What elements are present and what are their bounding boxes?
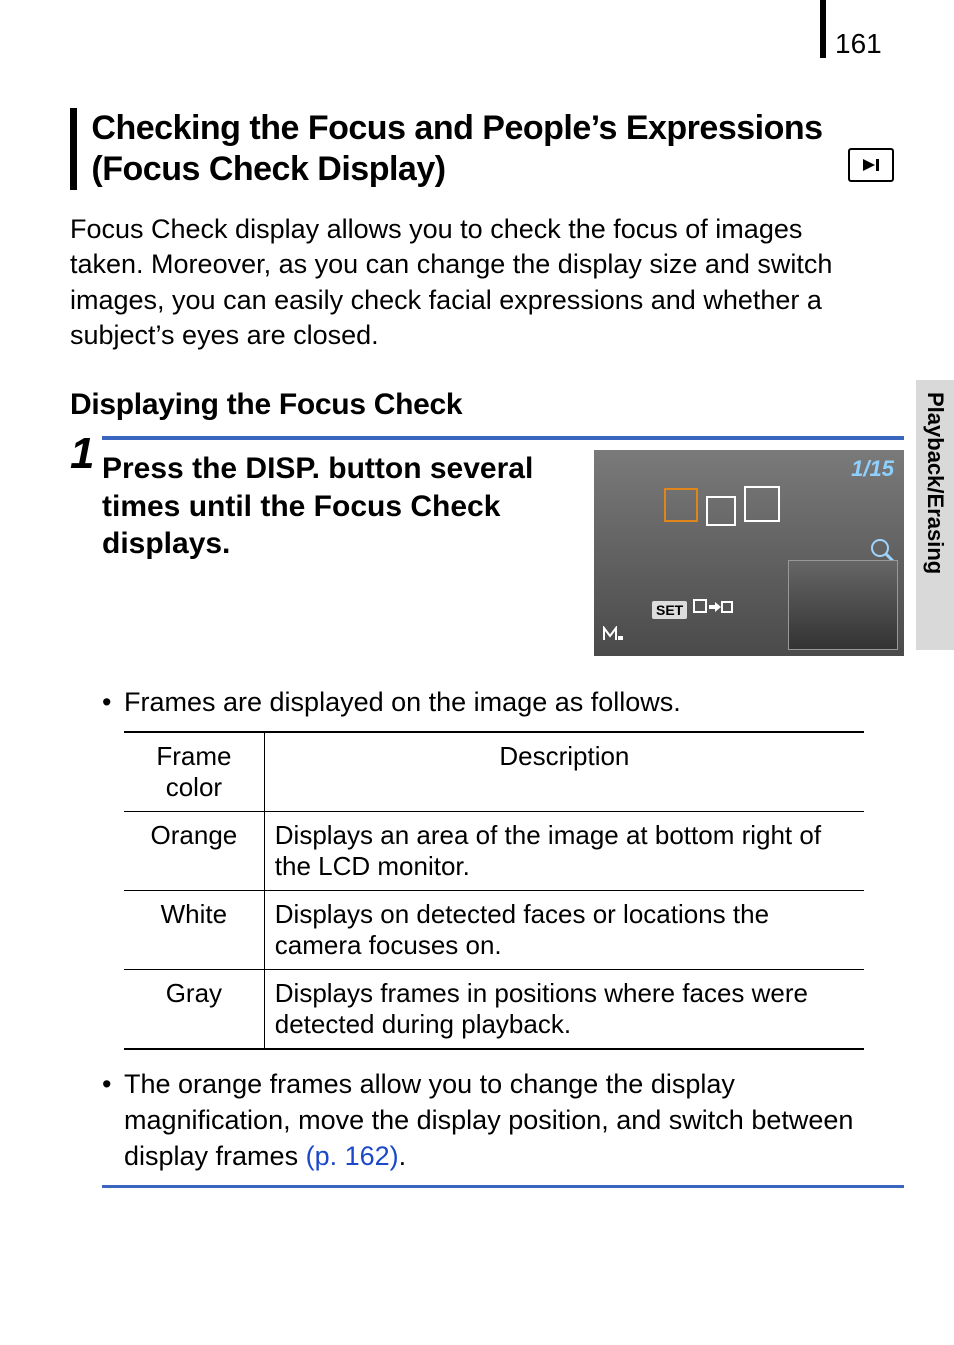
- bullet-1-text: Frames are displayed on the image as fol…: [124, 684, 904, 720]
- image-counter: 1/15: [851, 456, 894, 482]
- table-row: White Displays on detected faces or loca…: [124, 890, 864, 969]
- bullet-dot: •: [102, 1066, 124, 1175]
- subheading: Displaying the Focus Check: [70, 388, 904, 422]
- set-button-label: SET: [652, 601, 687, 619]
- bullet-2-text: The orange frames allow you to change th…: [124, 1066, 904, 1175]
- frame-color-cell: White: [124, 890, 264, 969]
- frame-color-table: Frame color Description Orange Displays …: [124, 731, 864, 1050]
- disp-button-label: DISP.: [245, 452, 320, 485]
- bullet-2-after: .: [399, 1141, 407, 1171]
- focus-check-inset: [788, 560, 898, 650]
- frame-color-cell: Orange: [124, 811, 264, 890]
- page-number: 161: [835, 28, 882, 60]
- step-number: 1: [70, 432, 102, 476]
- bullet-dot: •: [102, 684, 124, 720]
- frame-switch-icon: [693, 599, 733, 620]
- frame-color-cell: Gray: [124, 969, 264, 1049]
- page-reference-link[interactable]: (p. 162): [306, 1141, 399, 1171]
- table-header-col2: Description: [264, 732, 864, 812]
- step-bottom-rule: [102, 1185, 904, 1188]
- table-row: Orange Displays an area of the image at …: [124, 811, 864, 890]
- frame-desc-cell: Displays an area of the image at bottom …: [264, 811, 864, 890]
- table-header-col1: Frame color: [124, 732, 264, 812]
- intro-paragraph: Focus Check display allows you to check …: [70, 212, 870, 355]
- table-header-row: Frame color Description: [124, 732, 864, 812]
- playback-mode-icon: [848, 148, 894, 182]
- step-text-before: Press the: [102, 452, 245, 485]
- frame-desc-cell: Displays on detected faces or locations …: [264, 890, 864, 969]
- section-tab-label: Playback/Erasing: [922, 392, 948, 574]
- table-row: Gray Displays frames in positions where …: [124, 969, 864, 1049]
- camera-lcd-screenshot: 1/15 SET: [594, 450, 904, 656]
- heading-title: Checking the Focus and People’s Expressi…: [91, 108, 904, 190]
- step-instruction: Press the DISP. button several times unt…: [102, 450, 574, 656]
- bullet-2-before: The orange frames allow you to change th…: [124, 1069, 853, 1172]
- heading-bar: [70, 108, 77, 190]
- page-top-rule: [820, 0, 826, 58]
- frame-desc-cell: Displays frames in positions where faces…: [264, 969, 864, 1049]
- quality-indicator-icon: [602, 625, 624, 648]
- section-heading: Checking the Focus and People’s Expressi…: [70, 108, 904, 190]
